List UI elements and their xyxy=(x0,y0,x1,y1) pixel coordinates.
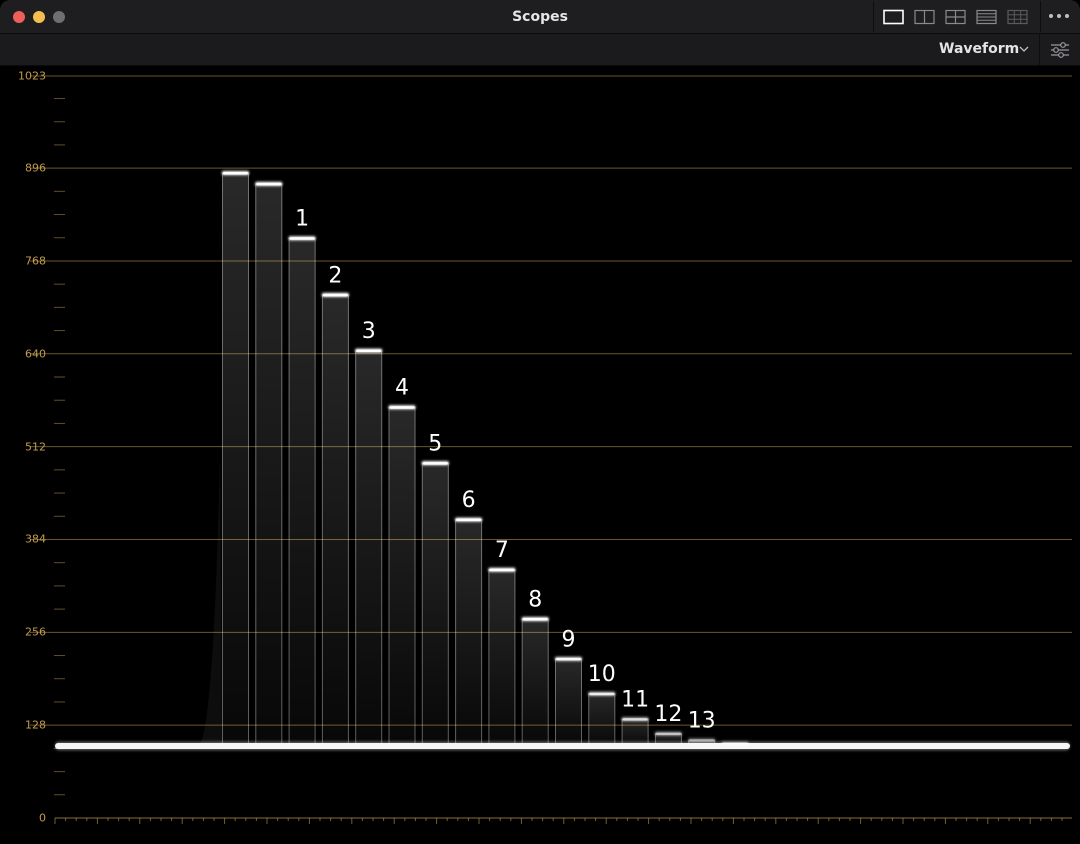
step-level xyxy=(589,692,615,696)
scope-layout-group xyxy=(873,1,1041,32)
axis-label: 896 xyxy=(25,161,46,175)
step-column xyxy=(355,350,383,746)
step-number-label: 2 xyxy=(328,263,342,288)
step-number-label: 13 xyxy=(688,709,716,734)
axis-label: 256 xyxy=(25,625,46,639)
waveform-scope: 1 2 3 4 5 6 7 8 9 10 11 12 13 1023 896 768 640 512 384 256… xyxy=(0,66,1080,844)
step-level xyxy=(456,518,482,522)
axis-label: 768 xyxy=(25,254,46,268)
step-level xyxy=(689,739,715,742)
step-column xyxy=(488,569,516,746)
axis-label: 384 xyxy=(25,532,46,546)
step-number-label: 7 xyxy=(495,538,509,563)
single-view-icon[interactable] xyxy=(882,9,906,25)
step-column xyxy=(222,172,249,746)
axis-label: 0 xyxy=(39,811,46,825)
step-column xyxy=(621,718,649,746)
more-dots-icon[interactable] xyxy=(1046,8,1072,24)
axis-label: 1023 xyxy=(18,69,46,83)
waveform-graph: 123456789101112 13 xyxy=(30,75,1072,824)
step-column xyxy=(288,237,316,746)
quad-view-icon[interactable] xyxy=(944,9,968,25)
axis-label: 128 xyxy=(25,718,46,732)
chevron-down-icon xyxy=(1019,46,1029,52)
step-column xyxy=(588,693,616,746)
axis-label: 512 xyxy=(25,440,46,454)
step-level xyxy=(655,732,681,736)
scopes-window: Scopes Waveform 1 2 3 4 5 6 7 8 9 10 11 … xyxy=(0,0,1080,844)
title-bar: Scopes xyxy=(0,0,1080,34)
step-number-label: 8 xyxy=(528,588,542,613)
scope-toolbar: Waveform xyxy=(0,34,1080,66)
grid-view-icon[interactable] xyxy=(1006,9,1030,25)
scope-mode-label: Waveform xyxy=(939,41,1020,57)
step-level xyxy=(522,618,548,621)
step-column xyxy=(555,658,582,746)
step-number-label: 12 xyxy=(654,702,682,727)
step-number-label: 3 xyxy=(362,319,376,344)
step-level xyxy=(289,237,315,240)
step-column xyxy=(255,183,283,746)
axis-label: 640 xyxy=(25,347,46,361)
close-window-button[interactable] xyxy=(13,11,25,23)
step-level xyxy=(556,657,581,661)
baseline-trace xyxy=(55,742,1070,749)
minimize-window-button[interactable] xyxy=(33,11,45,23)
stacked-view-icon[interactable] xyxy=(975,9,999,25)
trace-spread xyxy=(200,455,222,746)
step-number-label: 1 xyxy=(295,207,309,232)
step-number-label: 9 xyxy=(562,627,576,652)
step-column xyxy=(321,294,349,746)
zoom-window-button[interactable] xyxy=(53,11,65,23)
step-number-label: 11 xyxy=(621,688,649,713)
step-level xyxy=(223,171,248,175)
step-column xyxy=(388,406,416,746)
step-level xyxy=(322,293,348,297)
dual-view-icon[interactable] xyxy=(913,9,937,25)
step-number-label: 5 xyxy=(428,432,442,457)
step-column xyxy=(521,618,549,746)
step-level xyxy=(489,568,515,572)
step-level xyxy=(256,182,282,186)
step-number-label: 4 xyxy=(395,376,409,401)
step-column xyxy=(421,462,449,746)
step-column xyxy=(455,519,483,746)
step-number-label: 6 xyxy=(462,488,476,513)
step-number-label: 10 xyxy=(588,662,616,687)
step-level xyxy=(622,718,648,721)
step-level xyxy=(422,462,448,465)
scope-mode-dropdown[interactable]: Waveform xyxy=(932,34,1036,65)
step-level xyxy=(356,349,382,353)
sliders-icon[interactable] xyxy=(1039,34,1080,65)
step-level xyxy=(389,406,415,409)
